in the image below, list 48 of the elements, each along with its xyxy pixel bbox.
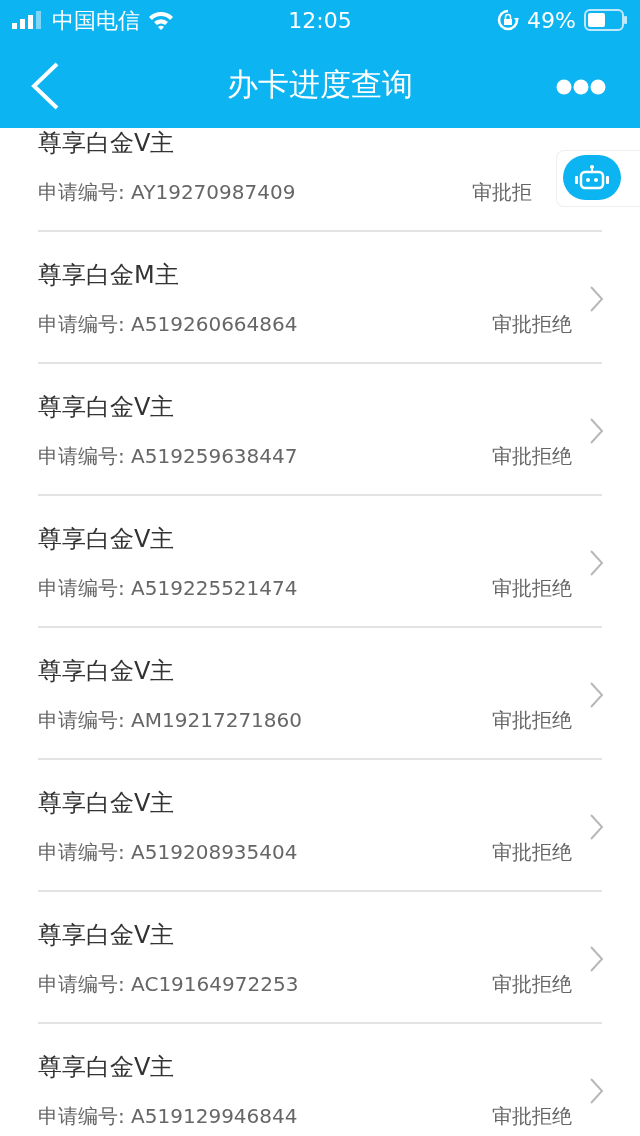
approval-status: 审批拒绝 [492, 443, 572, 470]
clock-time: 12:05 [288, 7, 352, 33]
wifi-icon [148, 10, 174, 30]
approval-status: 审批拒绝 [492, 575, 572, 602]
application-item[interactable]: 尊享白金V主 申请编号: A519208935404 审批拒绝 [38, 760, 602, 892]
application-number: 申请编号: A519225521474 [38, 575, 298, 602]
application-item[interactable]: 尊享白金V主 申请编号: AM19217271860 审批拒绝 [38, 628, 602, 760]
card-name: 尊享白金V主 [38, 129, 175, 157]
application-item[interactable]: 尊享白金V主 申请编号: AC19164972253 审批拒绝 [38, 892, 602, 1024]
carrier-name: 中国电信 [52, 6, 140, 35]
approval-status: 审批拒绝 [492, 311, 572, 338]
approval-status: 审批拒绝 [492, 707, 572, 734]
chevron-icon [590, 946, 604, 972]
application-number: 申请编号: A519260664864 [38, 311, 298, 338]
application-number: 申请编号: A519129946844 [38, 1103, 298, 1130]
battery-icon [584, 9, 628, 31]
robot-icon [573, 164, 611, 191]
chevron-icon [590, 1078, 604, 1104]
card-name: 尊享白金V主 [38, 525, 175, 553]
chevron-icon [590, 418, 604, 444]
battery-percent: 49% [527, 6, 576, 35]
card-name: 尊享白金V主 [38, 657, 175, 685]
application-number: 申请编号: AC19164972253 [38, 971, 299, 998]
approval-status: 审批拒绝 [492, 1103, 572, 1130]
card-name: 尊享白金M主 [38, 261, 179, 289]
signal-icon [12, 11, 44, 29]
application-number: 申请编号: AY19270987409 [38, 179, 296, 206]
page-title: 办卡进度查询 [227, 64, 413, 104]
application-number: 申请编号: AM19217271860 [38, 707, 302, 734]
chevron-icon [590, 814, 604, 840]
application-item[interactable]: 尊享白金V主 申请编号: A519259638447 审批拒绝 [38, 364, 602, 496]
card-name: 尊享白金V主 [38, 1053, 175, 1081]
application-item[interactable]: 尊享白金V主 申请编号: A519129946844 审批拒绝 [38, 1024, 602, 1136]
back-button[interactable] [30, 62, 60, 110]
application-number: 申请编号: A519208935404 [38, 839, 298, 866]
chevron-icon [590, 682, 604, 708]
application-number: 申请编号: A519259638447 [38, 443, 298, 470]
approval-status: 审批拒绝 [492, 971, 572, 998]
card-name: 尊享白金V主 [38, 921, 175, 949]
application-item[interactable]: 尊享白金V主 申请编号: A519225521474 审批拒绝 [38, 496, 602, 628]
card-name: 尊享白金V主 [38, 393, 175, 421]
approval-status: 审批拒 [472, 179, 532, 206]
card-name: 尊享白金V主 [38, 789, 175, 817]
chevron-icon [590, 550, 604, 576]
approval-status: 审批拒绝 [492, 839, 572, 866]
rotation-lock-icon [497, 9, 520, 31]
chevron-icon [590, 286, 604, 312]
application-item[interactable]: 尊享白金M主 申请编号: A519260664864 审批拒绝 [38, 232, 602, 364]
